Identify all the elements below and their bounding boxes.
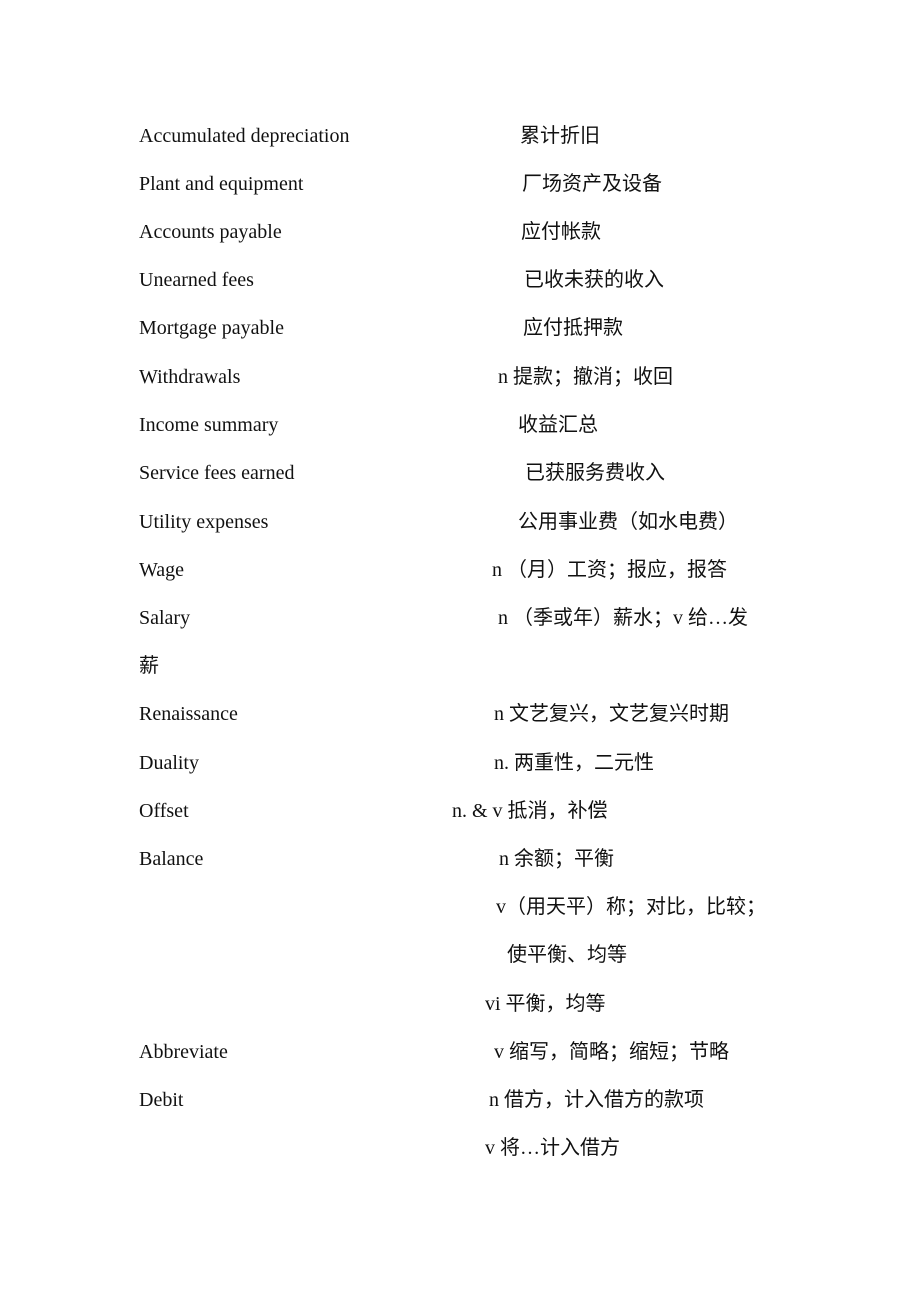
glossary-definition: 应付帐款 <box>521 221 601 243</box>
glossary-definition: 使平衡、均等 <box>507 944 627 966</box>
glossary-definition: n. & v 抵消，补偿 <box>452 800 608 822</box>
glossary-term: Wage <box>139 559 185 581</box>
glossary-term: Mortgage payable <box>139 317 284 339</box>
glossary-definition: v（用天平）称；对比，比较； <box>496 896 766 918</box>
glossary-definition: n 文艺复兴，文艺复兴时期 <box>494 703 729 725</box>
glossary-term: Utility expenses <box>139 511 269 533</box>
glossary-definition: v 将…计入借方 <box>485 1137 620 1159</box>
glossary-term: Debit <box>139 1089 184 1111</box>
glossary-definition: n （月）工资；报应，报答 <box>492 559 727 581</box>
glossary-term: Unearned fees <box>139 269 254 291</box>
glossary-definition: n 借方，计入借方的款项 <box>489 1089 704 1111</box>
glossary-term: Income summary <box>139 414 279 436</box>
glossary-definition: 收益汇总 <box>518 414 598 436</box>
glossary-definition: 厂场资产及设备 <box>522 173 662 195</box>
glossary-definition: n 提款；撤消；收回 <box>498 366 673 388</box>
glossary-term: Plant and equipment <box>139 173 304 195</box>
glossary-term: Withdrawals <box>139 366 241 388</box>
glossary-term: Duality <box>139 752 199 774</box>
glossary-term: Accounts payable <box>139 221 282 243</box>
glossary-term-continuation: 薪 <box>139 655 159 677</box>
glossary-definition: 应付抵押款 <box>523 317 623 339</box>
glossary-definition: n. 两重性，二元性 <box>494 752 654 774</box>
glossary-definition: 已收未获的收入 <box>524 269 664 291</box>
glossary-term: Renaissance <box>139 703 238 725</box>
glossary-term: Balance <box>139 848 204 870</box>
glossary-term: Offset <box>139 800 189 822</box>
glossary-definition: n 余额；平衡 <box>499 848 614 870</box>
glossary-term: Accumulated depreciation <box>139 125 350 147</box>
glossary-definition: 公用事业费（如水电费） <box>518 511 738 533</box>
glossary-definition: 已获服务费收入 <box>525 462 665 484</box>
glossary-definition: v 缩写，简略；缩短；节略 <box>494 1041 729 1063</box>
glossary-definition: 累计折旧 <box>520 125 600 147</box>
glossary-term: Abbreviate <box>139 1041 228 1063</box>
glossary-term: Salary <box>139 607 191 629</box>
glossary-definition: vi 平衡，均等 <box>485 993 606 1015</box>
glossary-term: Service fees earned <box>139 462 295 484</box>
glossary-definition: n （季或年）薪水；v 给…发 <box>498 607 748 629</box>
